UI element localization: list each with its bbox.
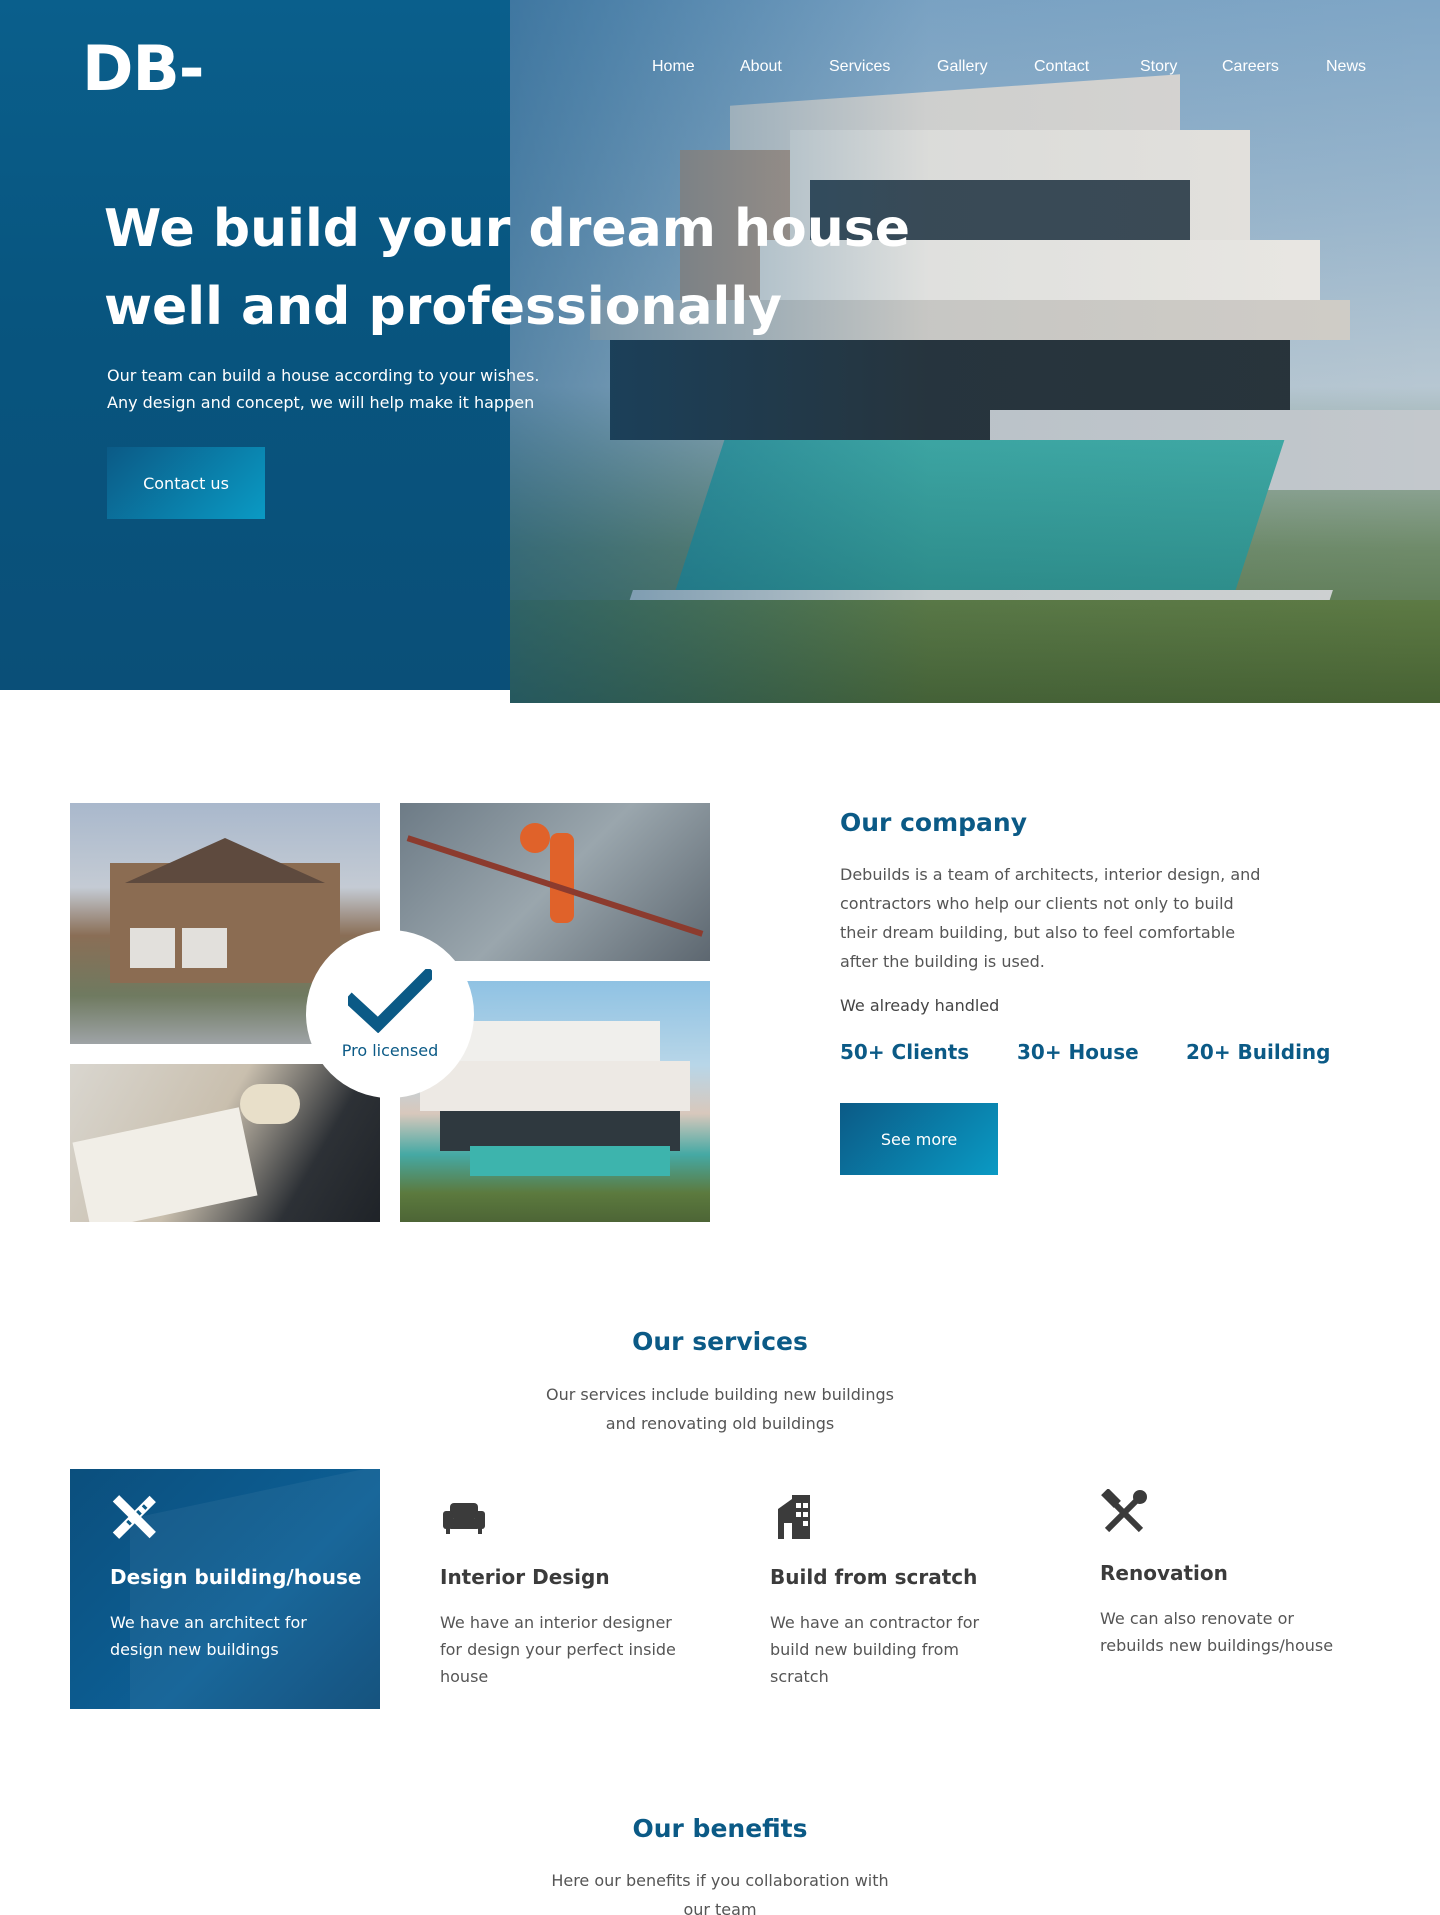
stat-building: 20+ Building (1186, 1040, 1331, 1064)
service-title: Renovation (1100, 1561, 1228, 1585)
service-card-interior[interactable]: Interior Design We have an interior desi… (400, 1469, 710, 1709)
service-card-design[interactable]: Design building/house We have an archite… (70, 1469, 380, 1709)
service-card-renovation[interactable]: Renovation We can also renovate or rebui… (1060, 1469, 1370, 1709)
ruler-pencil-icon (112, 1495, 156, 1539)
company-title: Our company (840, 808, 1027, 837)
benefits-subtitle: Here our benefits if you collaboration w… (0, 1866, 1440, 1915)
main-nav: Home About Services Gallery Contact Stor… (0, 58, 1440, 82)
benefits-title: Our benefits (632, 1814, 808, 1843)
service-text: We can also renovate or rebuilds new bui… (1100, 1609, 1334, 1655)
see-more-button[interactable]: See more (840, 1103, 998, 1175)
nav-gallery[interactable]: Gallery (937, 58, 988, 76)
service-title: Build from scratch (770, 1565, 978, 1589)
contact-us-button[interactable]: Contact us (107, 447, 265, 519)
company-description: Debuilds is a team of architects, interi… (840, 865, 1261, 971)
service-card-build[interactable]: Build from scratch We have an contractor… (730, 1469, 1040, 1709)
hammer-wrench-icon (1101, 1489, 1147, 1533)
badge-label: Pro licensed (341, 1040, 439, 1060)
services-subtitle-line1: Our services include building new buildi… (546, 1385, 894, 1404)
sofa-icon (443, 1503, 485, 1534)
hero-title: We build your dream house well and profe… (104, 190, 1004, 346)
blueprint-drawing-photo (70, 1064, 380, 1222)
nav-about[interactable]: About (740, 58, 782, 76)
hero-house-photo (510, 0, 1440, 703)
construction-site-photo (400, 803, 710, 961)
nav-contact[interactable]: Contact (1034, 58, 1089, 76)
stat-clients: 50+ Clients (840, 1040, 970, 1064)
service-text: We have an contractor for build new buil… (770, 1613, 980, 1686)
services-subtitle-line2: and renovating old buildings (605, 1414, 835, 1433)
building-icon (778, 1495, 810, 1539)
hero-subtitle-line2: Any design and concept, we will help mak… (107, 393, 535, 412)
service-title: Design building/house (110, 1565, 362, 1589)
nav-services[interactable]: Services (829, 58, 890, 76)
hero-title-line2: well and professionally (104, 277, 783, 337)
nav-news[interactable]: News (1326, 58, 1366, 76)
nav-home[interactable]: Home (652, 58, 695, 76)
service-text: We have an interior designer for design … (440, 1613, 676, 1686)
services-subtitle: Our services include building new buildi… (0, 1380, 1440, 1438)
nav-story[interactable]: Story (1140, 58, 1177, 76)
hero-subtitle: Our team can build a house according to … (107, 362, 627, 416)
pro-licensed-badge: Pro licensed (306, 930, 474, 1098)
services-title: Our services (632, 1327, 808, 1356)
service-title: Interior Design (440, 1565, 610, 1589)
checkmark-icon (348, 968, 432, 1033)
nav-careers[interactable]: Careers (1222, 58, 1279, 76)
benefits-subtitle-line1: Here our benefits if you collaboration w… (551, 1871, 889, 1890)
hero-subtitle-line1: Our team can build a house according to … (107, 366, 540, 385)
service-text: We have an architect for design new buil… (110, 1613, 307, 1659)
handled-label: We already handled (840, 996, 1000, 1015)
hero-title-line1: We build your dream house (104, 199, 910, 259)
stat-house: 30+ House (1017, 1040, 1139, 1064)
benefits-subtitle-line2: our team (683, 1900, 757, 1915)
